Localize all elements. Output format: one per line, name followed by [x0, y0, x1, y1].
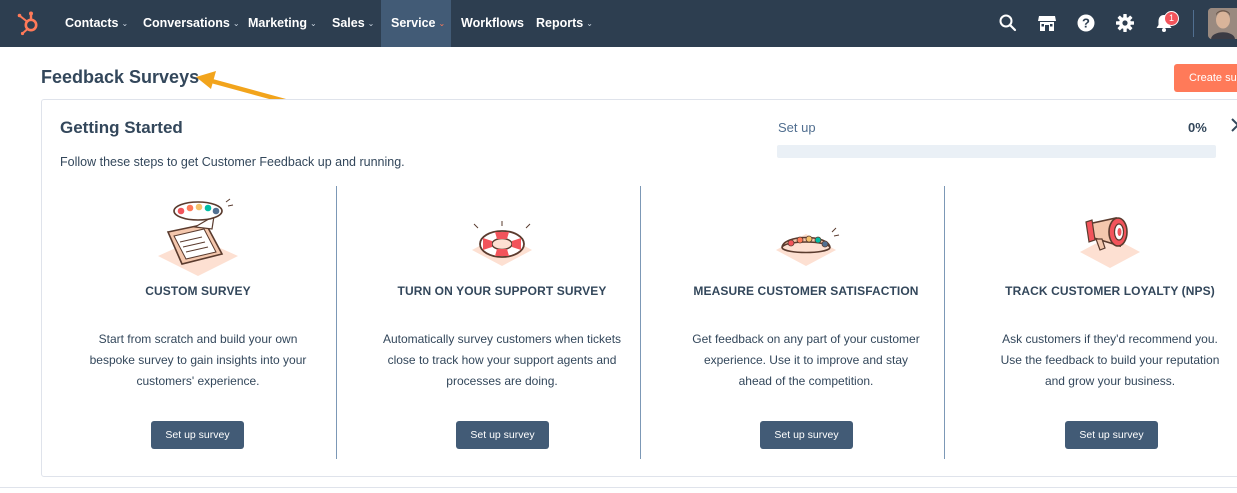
step-title: TRACK CUSTOMER LOYALTY (NPS) [1005, 284, 1215, 298]
chevron-down-icon: ⌄ [121, 19, 129, 28]
collapse-chevron-icon[interactable] [1230, 117, 1237, 133]
nav-label: Reports [536, 16, 584, 30]
column-divider [336, 186, 337, 459]
step-description: Ask customers if they'd recommend you. U… [1000, 332, 1220, 388]
chevron-down-icon: ⌄ [438, 19, 446, 28]
svg-text:?: ? [1082, 16, 1090, 31]
chevron-down-icon: ⌄ [310, 19, 317, 28]
nav-workflows[interactable]: Workflows [461, 0, 524, 47]
setup-label: Set up [778, 120, 816, 135]
getting-started-title: Getting Started [60, 118, 183, 137]
nav-label: Conversations [143, 16, 230, 30]
nav-label: Contacts [65, 16, 119, 30]
satisfaction-scale-icon [776, 227, 840, 266]
megaphone-icon [1080, 217, 1140, 268]
nav-label: Service [391, 16, 436, 30]
nav-label: Workflows [461, 16, 524, 30]
setup-survey-button[interactable]: Set up survey [760, 421, 853, 449]
nav-label: Sales [332, 16, 365, 30]
step-description: Automatically survey customers when tick… [382, 332, 622, 388]
nav-reports[interactable]: Reports ⌄ [536, 0, 593, 47]
avatar[interactable] [1208, 8, 1237, 39]
step-description: Get feedback on any part of your custome… [692, 332, 920, 388]
nav-sales[interactable]: Sales ⌄ [332, 0, 374, 47]
setup-survey-button[interactable]: Set up survey [151, 421, 244, 449]
step-title: TURN ON YOUR SUPPORT SURVEY [397, 284, 607, 298]
hubspot-logo-icon[interactable] [15, 10, 41, 36]
nav-divider [1193, 10, 1194, 37]
column-divider [944, 186, 945, 459]
lifebuoy-icon [472, 221, 532, 266]
nav-conversations[interactable]: Conversations ⌄ [143, 0, 240, 47]
chevron-down-icon: ⌄ [586, 19, 593, 28]
settings-icon[interactable] [1115, 13, 1135, 33]
chevron-down-icon: ⌄ [232, 19, 240, 28]
column-divider [640, 186, 641, 459]
getting-started-subtitle: Follow these steps to get Customer Feedb… [60, 155, 405, 169]
marketplace-icon[interactable] [1037, 13, 1057, 33]
create-survey-button[interactable]: Create survey [1174, 64, 1237, 92]
setup-survey-button[interactable]: Set up survey [1065, 421, 1158, 449]
search-icon[interactable] [998, 13, 1018, 33]
help-icon[interactable]: ? [1076, 13, 1096, 33]
top-navigation: Contacts ⌄ Conversations ⌄ Marketing ⌄ Sale… [0, 0, 1237, 47]
notification-badge: 1 [1164, 11, 1179, 26]
step-title: MEASURE CUSTOMER SATISFACTION [693, 284, 919, 298]
nav-contacts[interactable]: Contacts ⌄ [65, 0, 128, 47]
setup-progress-bar [777, 145, 1216, 158]
setup-percent: 0% [1188, 120, 1207, 135]
nav-service[interactable]: Service ⌄ [381, 0, 451, 47]
clipboard-survey-icon [158, 198, 238, 276]
setup-survey-button[interactable]: Set up survey [456, 421, 549, 449]
page-title: Feedback Surveys [41, 67, 200, 87]
nav-label: Marketing [248, 16, 308, 30]
chevron-down-icon: ⌄ [367, 19, 375, 28]
page-divider [0, 487, 1237, 488]
step-title: CUSTOM SURVEY [145, 284, 251, 298]
nav-marketing[interactable]: Marketing ⌄ [248, 0, 317, 47]
step-description: Start from scratch and build your own be… [89, 332, 307, 388]
